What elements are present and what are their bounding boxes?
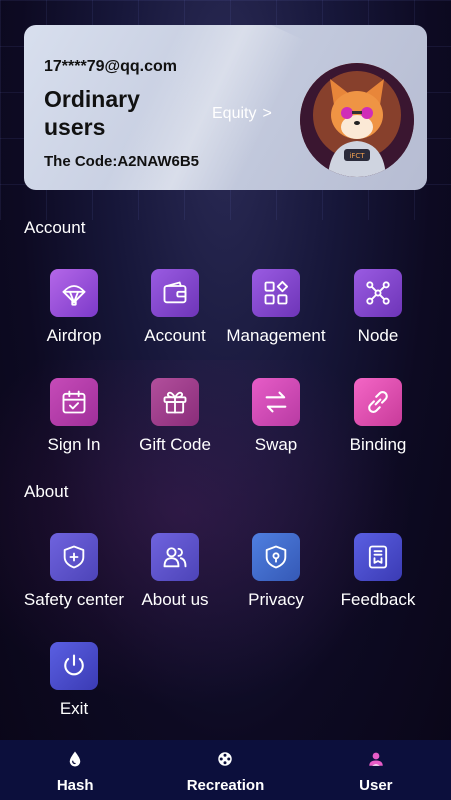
shield-plus-icon bbox=[63, 545, 85, 569]
drop-icon bbox=[69, 751, 81, 767]
feedback-label: Feedback bbox=[340, 590, 416, 609]
apps-grid-icon bbox=[264, 280, 289, 305]
menu-item-safety-center[interactable]: Safety center bbox=[18, 533, 130, 610]
equity-link[interactable]: Equity > bbox=[212, 105, 272, 123]
safety-center-label: Safety center bbox=[23, 590, 125, 609]
users-icon bbox=[163, 547, 187, 568]
account-tile bbox=[151, 269, 199, 317]
gift-icon bbox=[163, 391, 187, 414]
about-us-label: About us bbox=[141, 590, 209, 609]
shiba-astronaut-avatar: iFCT bbox=[300, 63, 414, 177]
menu-item-airdrop[interactable]: Airdrop bbox=[18, 269, 130, 346]
link-icon bbox=[368, 391, 388, 413]
account-label: Account bbox=[144, 326, 206, 345]
wallet-icon bbox=[163, 281, 187, 304]
menu-item-account[interactable]: Account bbox=[119, 269, 231, 346]
gift-code-tile bbox=[151, 378, 199, 426]
nav-tab-recreation[interactable]: Recreation bbox=[150, 740, 300, 800]
menu-item-node[interactable]: Node bbox=[322, 269, 434, 346]
node-tile bbox=[354, 269, 402, 317]
sign-in-tile bbox=[50, 378, 98, 426]
equity-label: Equity bbox=[212, 105, 257, 122]
menu-item-about-us[interactable]: About us bbox=[119, 533, 231, 610]
privacy-label: Privacy bbox=[248, 590, 304, 609]
feedback-tile bbox=[354, 533, 402, 581]
safety-center-tile bbox=[50, 533, 98, 581]
swap-arrows-icon bbox=[265, 391, 287, 413]
film-reel-icon bbox=[218, 752, 233, 766]
avatar[interactable]: iFCT bbox=[300, 63, 414, 177]
binding-tile bbox=[354, 378, 402, 426]
airdrop-label: Airdrop bbox=[46, 326, 102, 345]
user-level: Ordinary users bbox=[44, 86, 140, 140]
management-tile bbox=[252, 269, 300, 317]
menu-item-exit[interactable]: Exit bbox=[18, 642, 130, 719]
privacy-shield-icon bbox=[265, 545, 287, 569]
airdrop-tile bbox=[50, 269, 98, 317]
power-icon bbox=[64, 654, 84, 676]
nav-label-hash: Hash bbox=[56, 777, 94, 794]
binding-label: Binding bbox=[349, 435, 407, 454]
nav-label-recreation: Recreation bbox=[186, 777, 265, 794]
parachute-icon bbox=[62, 285, 86, 306]
nav-label-user: User bbox=[359, 777, 393, 794]
chevron-right-icon: > bbox=[262, 105, 272, 122]
feedback-document-icon bbox=[368, 545, 388, 569]
about-us-tile bbox=[151, 533, 199, 581]
menu-item-sign-in[interactable]: Sign In bbox=[18, 378, 130, 455]
nav-tab-hash[interactable]: Hash bbox=[0, 740, 150, 800]
menu-item-swap[interactable]: Swap bbox=[220, 378, 332, 455]
bottom-nav: Hash Recreation User bbox=[0, 740, 451, 800]
node-label: Node bbox=[357, 326, 399, 345]
swap-label: Swap bbox=[254, 435, 298, 454]
user-email: 17****79@qq.com bbox=[44, 58, 177, 75]
menu-item-feedback[interactable]: Feedback bbox=[322, 533, 434, 610]
exit-tile bbox=[50, 642, 98, 690]
svg-text:iFCT: iFCT bbox=[349, 152, 365, 160]
sign-in-label: Sign In bbox=[47, 435, 101, 454]
exit-label: Exit bbox=[59, 699, 89, 718]
section-title-account: Account bbox=[24, 218, 86, 237]
node-network-icon bbox=[366, 281, 390, 305]
menu-item-binding[interactable]: Binding bbox=[322, 378, 434, 455]
management-label: Management bbox=[226, 326, 326, 345]
menu-item-privacy[interactable]: Privacy bbox=[220, 533, 332, 610]
section-title-about: About bbox=[24, 482, 69, 501]
menu-item-management[interactable]: Management bbox=[220, 269, 332, 346]
privacy-tile bbox=[252, 533, 300, 581]
gift-code-label: Gift Code bbox=[139, 435, 211, 454]
invite-code: The Code:A2NAW6B5 bbox=[44, 153, 200, 170]
calendar-check-icon bbox=[62, 390, 86, 414]
swap-tile bbox=[252, 378, 300, 426]
nav-tab-user[interactable]: User bbox=[301, 740, 451, 800]
profile-card: 17****79@qq.com Ordinary users The Code:… bbox=[24, 25, 427, 190]
user-icon bbox=[369, 752, 383, 766]
menu-item-gift-code[interactable]: Gift Code bbox=[119, 378, 231, 455]
